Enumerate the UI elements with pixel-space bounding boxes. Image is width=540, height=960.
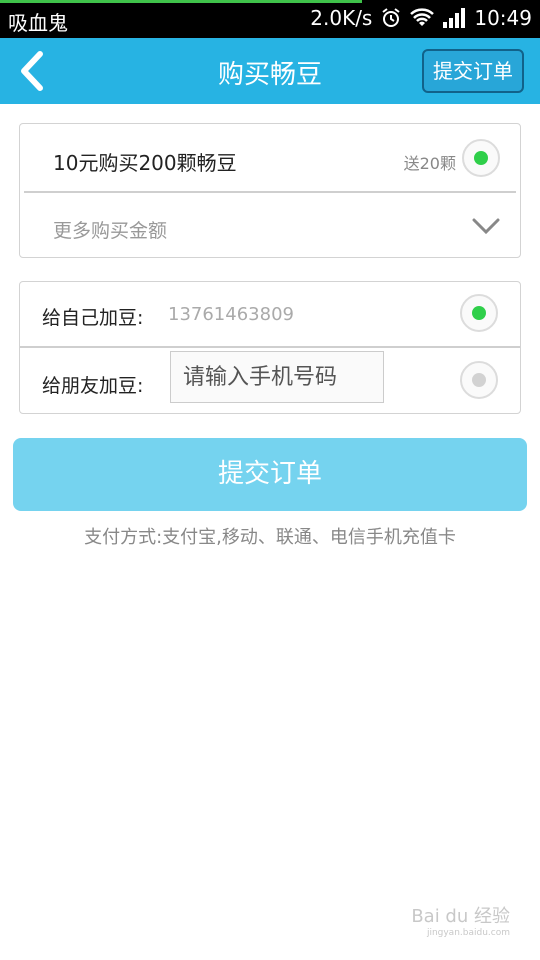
chevron-down-icon[interactable] xyxy=(472,217,500,235)
friend-phone-input[interactable] xyxy=(170,351,384,403)
bonus-label: 送20颗 xyxy=(403,154,456,173)
status-right-group: 2.0K/s 10:49 xyxy=(310,6,532,30)
watermark: Bai du 经验 jingyan.baidu.com xyxy=(411,902,510,938)
status-app-name: 吸血鬼 xyxy=(8,11,68,35)
watermark-brand: Bai du 经验 xyxy=(411,906,510,927)
package-radio[interactable] xyxy=(462,139,500,177)
self-phone-number: 13761463809 xyxy=(168,304,294,325)
alarm-icon xyxy=(380,7,402,29)
package-option-row[interactable]: 10元购买200颗畅豆 送20颗 xyxy=(20,124,520,191)
radio-selected-dot xyxy=(472,306,486,320)
loading-progress-bar xyxy=(0,0,362,3)
friend-recharge-row[interactable]: 给朋友加豆: xyxy=(20,347,520,413)
submit-order-button[interactable]: 提交订单 xyxy=(13,438,527,511)
self-recharge-label: 给自己加豆: xyxy=(42,307,144,329)
recipient-card: 给自己加豆: 13761463809 给朋友加豆: xyxy=(19,281,521,414)
submit-order-top-button[interactable]: 提交订单 xyxy=(422,49,524,93)
wifi-icon xyxy=(410,8,435,28)
friend-recharge-radio[interactable] xyxy=(460,361,498,399)
radio-selected-dot xyxy=(474,151,488,165)
self-recharge-row[interactable]: 给自己加豆: 13761463809 xyxy=(20,282,520,347)
status-time: 10:49 xyxy=(474,6,532,30)
purchase-card: 10元购买200颗畅豆 送20颗 更多购买金额 xyxy=(19,123,521,258)
status-bar: 吸血鬼 2.0K/s 10:49 xyxy=(0,0,540,38)
signal-icon xyxy=(442,8,466,28)
title-bar: 购买畅豆 提交订单 xyxy=(0,38,540,104)
package-label: 10元购买200颗畅豆 xyxy=(53,151,237,175)
more-amounts-label: 更多购买金额 xyxy=(53,220,168,242)
payment-methods-text: 支付方式:支付宝,移动、联通、电信手机充值卡 xyxy=(84,527,456,548)
network-speed: 2.0K/s xyxy=(310,6,373,30)
radio-unselected-dot xyxy=(472,373,486,387)
self-recharge-radio[interactable] xyxy=(460,294,498,332)
more-amounts-row[interactable]: 更多购买金额 xyxy=(20,193,520,260)
friend-recharge-label: 给朋友加豆: xyxy=(42,375,144,397)
watermark-url: jingyan.baidu.com xyxy=(426,928,510,938)
